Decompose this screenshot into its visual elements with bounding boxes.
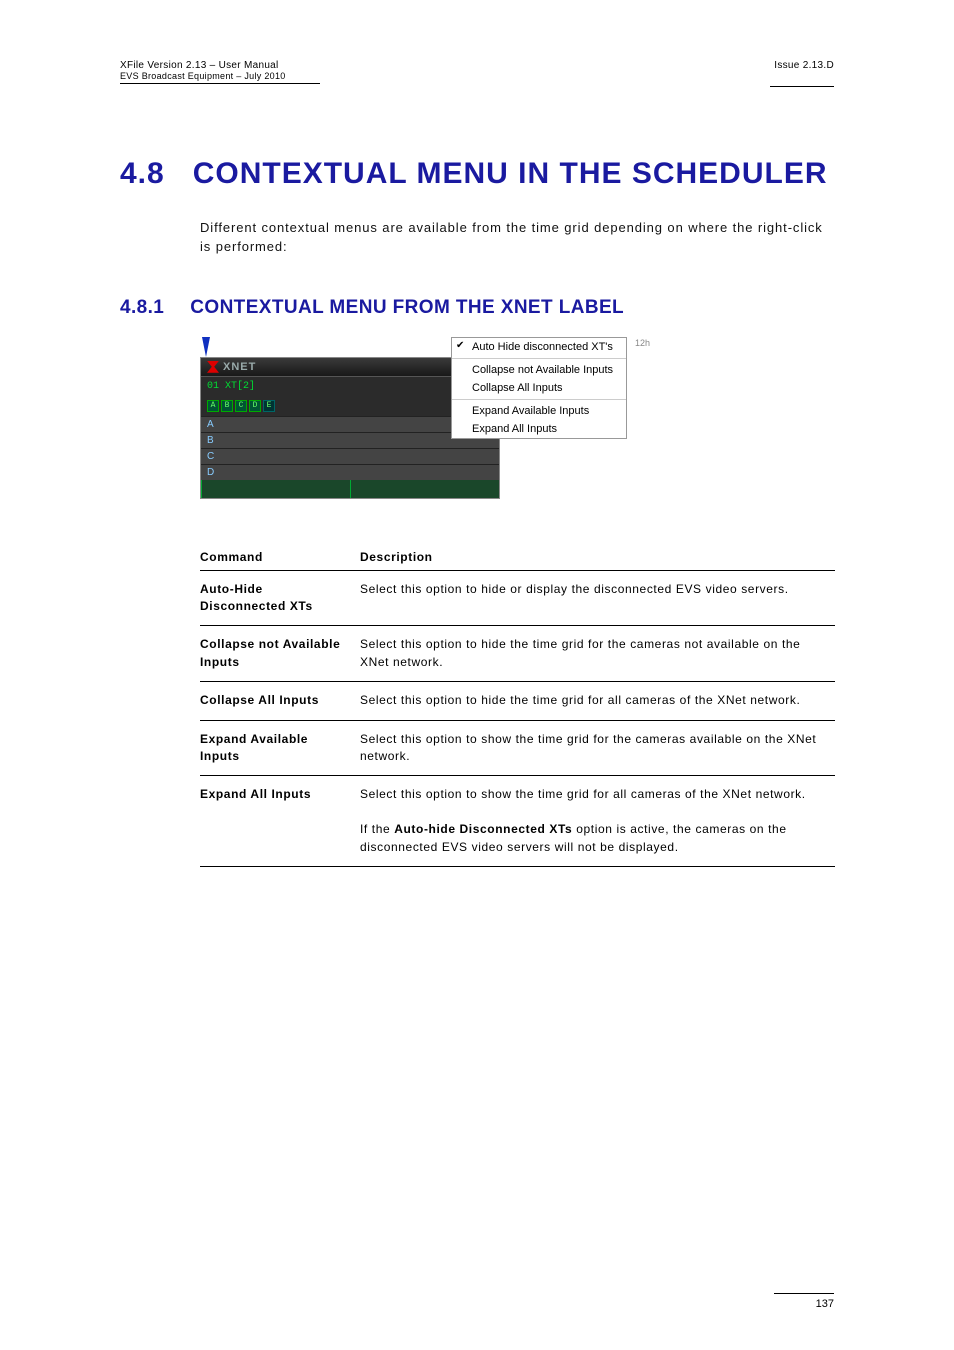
section-number: 4.8 [120, 157, 165, 191]
desc-collapse-not-available: Select this option to hide the time grid… [360, 626, 835, 682]
intro-paragraph: Different contextual menus are available… [200, 219, 834, 257]
col-command: Command [200, 544, 360, 571]
input-box-d[interactable]: D [249, 400, 261, 412]
subsection-number: 4.8.1 [120, 297, 164, 319]
input-box-c[interactable]: C [235, 400, 247, 412]
table-row: Expand All Inputs Select this option to … [200, 776, 835, 867]
arrow-icon [202, 337, 210, 357]
commands-table: Command Description Auto-Hide Disconnect… [200, 544, 835, 867]
desc-expand-all: Select this option to show the time grid… [360, 776, 835, 867]
twelve-hour-label: 12h [635, 338, 650, 348]
context-menu-screenshot: XNET 01 XT[2] A B C D E A B C D Auto Hid… [200, 337, 500, 499]
table-row: Collapse All Inputs Select this option t… [200, 682, 835, 720]
table-row: Auto-Hide Disconnected XTs Select this o… [200, 570, 835, 626]
desc-auto-hide: Select this option to hide or display th… [360, 570, 835, 626]
cmd-expand-available: Expand Available Inputs [200, 720, 360, 776]
row-d: D [201, 464, 499, 480]
menu-collapse-not-available[interactable]: Collapse not Available Inputs [452, 361, 626, 379]
menu-expand-available[interactable]: Expand Available Inputs [452, 402, 626, 420]
menu-expand-all[interactable]: Expand All Inputs [452, 420, 626, 438]
cmd-collapse-all: Collapse All Inputs [200, 682, 360, 720]
header-subtitle: EVS Broadcast Equipment – July 2010 [120, 71, 286, 81]
header-issue: Issue 2.13.D [774, 60, 834, 81]
section-heading: 4.8 CONTEXTUAL MENU IN THE SCHEDULER [120, 157, 834, 191]
header-title: XFile Version 2.13 – User Manual [120, 60, 286, 71]
cmd-collapse-not-available: Collapse not Available Inputs [200, 626, 360, 682]
subsection-title-text: CONTEXTUAL MENU FROM THE XNET LABEL [190, 297, 624, 319]
desc-expand-available: Select this option to show the time grid… [360, 720, 835, 776]
xnet-logo-icon [207, 361, 219, 373]
input-box-e[interactable]: E [263, 400, 275, 412]
subsection-heading: 4.8.1 CONTEXTUAL MENU FROM THE XNET LABE… [120, 297, 834, 319]
section-title-text: CONTEXTUAL MENU IN THE SCHEDULER [193, 157, 828, 191]
context-menu: Auto Hide disconnected XT's Collapse not… [451, 337, 627, 439]
cmd-expand-all: Expand All Inputs [200, 776, 360, 867]
server-identifier: 01 XT[2] [207, 381, 255, 392]
row-c: C [201, 448, 499, 464]
cmd-auto-hide: Auto-Hide Disconnected XTs [200, 570, 360, 626]
input-box-a[interactable]: A [207, 400, 219, 412]
col-description: Description [360, 544, 835, 571]
menu-auto-hide[interactable]: Auto Hide disconnected XT's [452, 338, 626, 356]
input-box-b[interactable]: B [221, 400, 233, 412]
table-row: Collapse not Available Inputs Select thi… [200, 626, 835, 682]
table-row: Expand Available Inputs Select this opti… [200, 720, 835, 776]
menu-collapse-all[interactable]: Collapse All Inputs [452, 379, 626, 397]
footer: 137 [774, 1293, 834, 1310]
page-number: 137 [774, 1298, 834, 1310]
input-boxes: A B C D E [207, 400, 275, 412]
xnet-label[interactable]: XNET [223, 361, 256, 373]
desc-collapse-all: Select this option to hide the time grid… [360, 682, 835, 720]
